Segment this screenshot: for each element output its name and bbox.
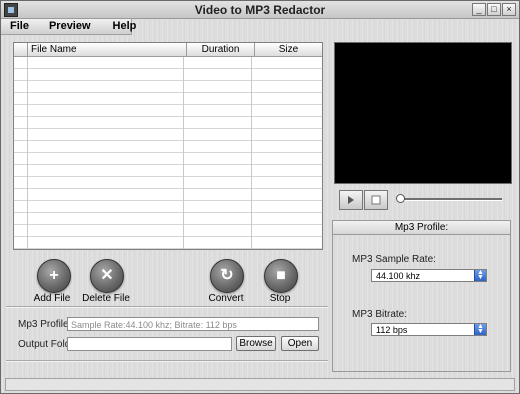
- stop-playback-button[interactable]: [364, 190, 388, 210]
- sample-rate-select[interactable]: 44.100 khz ▲ ▼: [371, 269, 487, 282]
- menu-bar: File Preview Help: [1, 19, 136, 35]
- mp3-profile-panel: Mp3 Profile: MP3 Sample Rate: 44.100 khz…: [332, 220, 511, 372]
- seek-track[interactable]: [400, 198, 502, 201]
- column-duration[interactable]: Duration: [187, 43, 255, 56]
- bitrate-label: MP3 Bitrate:: [352, 309, 408, 320]
- browse-button[interactable]: Browse: [236, 336, 276, 351]
- spinner-arrows-icon[interactable]: ▲ ▼: [474, 323, 486, 335]
- delete-file-button[interactable]: ✕: [90, 259, 124, 293]
- file-list-header: File Name Duration Size: [14, 43, 322, 57]
- app-window: Video to MP3 Redactor _ □ × File Preview…: [0, 0, 520, 394]
- title-bar[interactable]: Video to MP3 Redactor _ □ ×: [1, 1, 519, 19]
- stop-icon: [371, 195, 381, 205]
- plus-icon: +: [49, 267, 59, 284]
- maximize-button[interactable]: □: [487, 3, 501, 16]
- sample-rate-value: 44.100 khz: [376, 271, 421, 281]
- refresh-icon: ↻: [220, 267, 234, 284]
- video-preview: [334, 42, 512, 184]
- seek-slider-thumb[interactable]: [396, 194, 405, 203]
- delete-file-label: Delete File: [82, 293, 130, 304]
- play-icon: [348, 196, 354, 204]
- convert-button[interactable]: ↻: [210, 259, 244, 293]
- sample-rate-label: MP3 Sample Rate:: [352, 254, 436, 265]
- window-title: Video to MP3 Redactor: [194, 3, 326, 17]
- select-all-column[interactable]: [14, 43, 28, 56]
- mp3-profile-field[interactable]: Sample Rate:44.100 khz; Bitrate: 112 bps: [67, 317, 319, 331]
- open-button[interactable]: Open: [281, 336, 319, 351]
- menu-file[interactable]: File: [1, 19, 37, 34]
- file-list[interactable]: File Name Duration Size: [13, 42, 323, 250]
- minimize-button[interactable]: _: [472, 3, 486, 16]
- stop-icon: ■: [276, 267, 286, 284]
- status-bar: [5, 378, 515, 391]
- add-file-button[interactable]: +: [37, 259, 71, 293]
- play-button[interactable]: [339, 190, 363, 210]
- column-size[interactable]: Size: [255, 43, 322, 56]
- stop-label: Stop: [269, 293, 291, 304]
- bitrate-select[interactable]: 112 bps ▲ ▼: [371, 323, 487, 336]
- menu-preview[interactable]: Preview: [37, 19, 99, 34]
- column-file-name[interactable]: File Name: [28, 43, 187, 56]
- separator: [6, 360, 328, 362]
- output-folder-input[interactable]: [67, 337, 232, 351]
- file-list-body[interactable]: [14, 57, 322, 249]
- mp3-profile-label: Mp3 Profile:: [18, 319, 72, 330]
- player-controls: [337, 188, 509, 210]
- spinner-arrows-icon[interactable]: ▲ ▼: [474, 269, 486, 281]
- separator: [6, 306, 328, 308]
- panel-title: Mp3 Profile:: [333, 221, 510, 235]
- close-button[interactable]: ×: [502, 3, 516, 16]
- bitrate-value: 112 bps: [376, 325, 408, 335]
- x-icon: ✕: [100, 267, 114, 284]
- stop-button[interactable]: ■: [264, 259, 298, 293]
- menu-help[interactable]: Help: [99, 19, 145, 34]
